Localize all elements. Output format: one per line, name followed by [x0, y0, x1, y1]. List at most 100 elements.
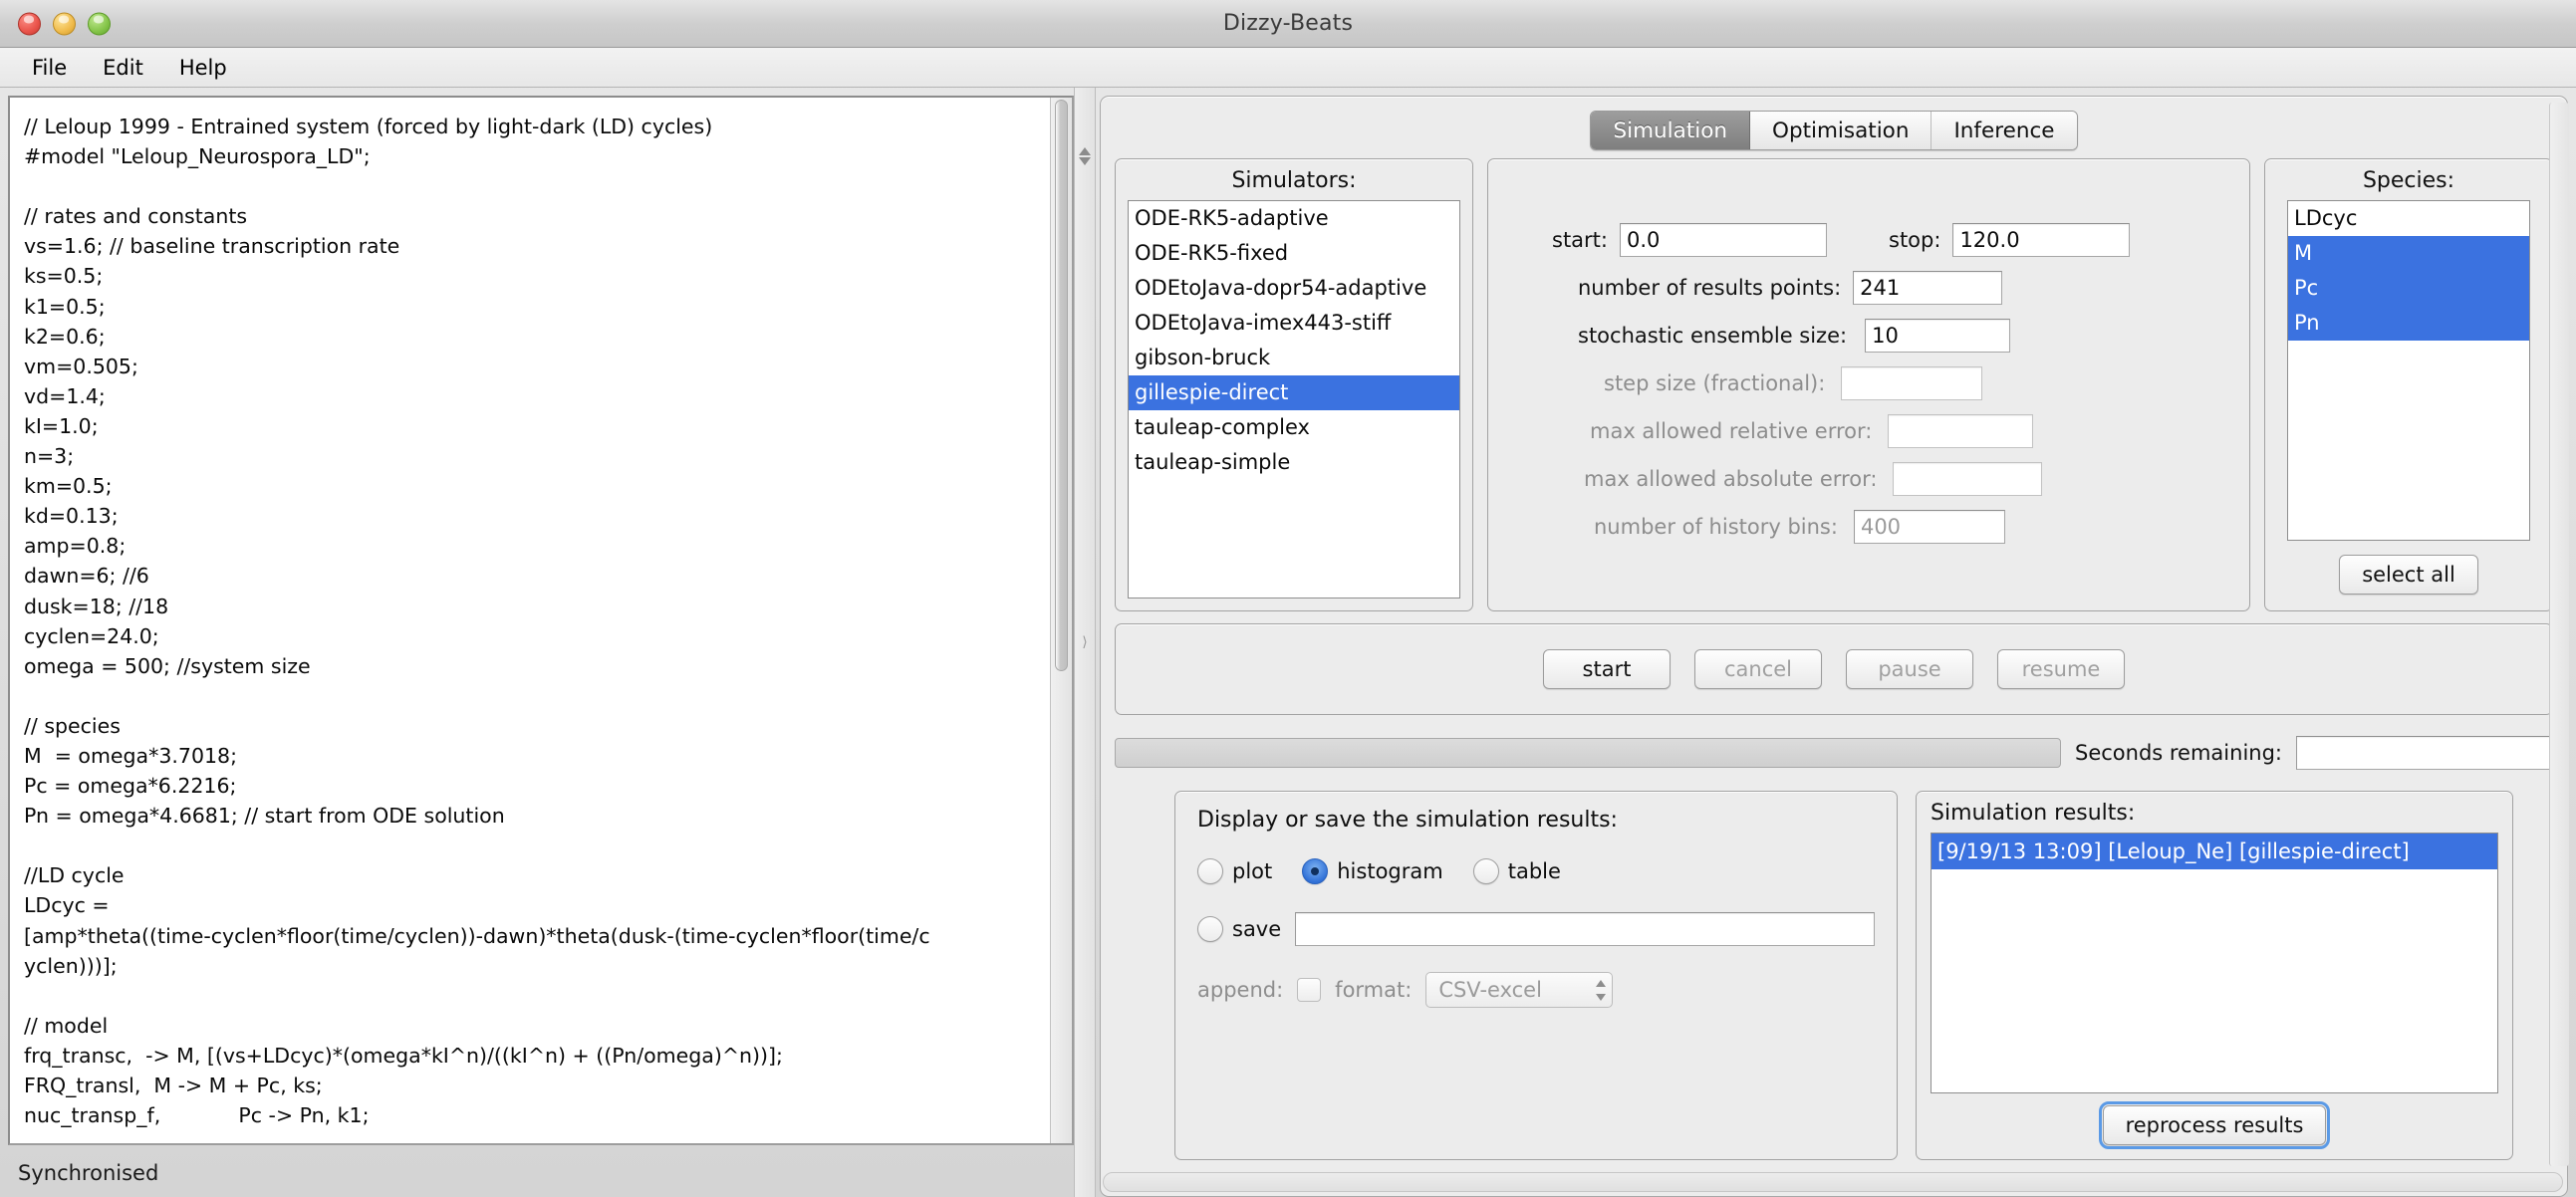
code-line	[24, 681, 1042, 711]
progress-row: Seconds remaining:	[1115, 729, 2553, 777]
radio-save-indicator[interactable]	[1197, 916, 1223, 942]
results-points-row: number of results points: 241	[1514, 271, 2223, 305]
radio-plot-indicator[interactable]	[1197, 858, 1223, 884]
status-bar: Synchronised	[8, 1149, 1074, 1197]
code-line	[24, 171, 1042, 201]
simulator-list-item[interactable]: gillespie-direct	[1129, 375, 1459, 410]
pause-button[interactable]: pause	[1846, 649, 1973, 689]
radio-histogram-indicator[interactable]	[1302, 858, 1328, 884]
simulator-list-item[interactable]: ODEtoJava-imex443-stiff	[1129, 306, 1459, 341]
stepper-up-icon[interactable]	[1596, 980, 1606, 987]
code-line: kI=1.0;	[24, 411, 1042, 441]
radio-save[interactable]: save	[1197, 916, 1281, 942]
simulators-list[interactable]: ODE-RK5-adaptiveODE-RK5-fixedODEtoJava-d…	[1128, 200, 1460, 598]
stepper-down-icon[interactable]	[1596, 994, 1606, 1001]
start-button[interactable]: start	[1543, 649, 1671, 689]
parameters-group: start: 0.0 stop: 120.0 number of results…	[1487, 158, 2250, 611]
code-line: k2=0.6;	[24, 322, 1042, 352]
radio-table-label: table	[1508, 859, 1561, 883]
results-points-input[interactable]: 241	[1853, 271, 2002, 305]
splitter-arrows[interactable]	[1079, 145, 1091, 167]
code-line: vd=1.4;	[24, 381, 1042, 411]
right-pane-vertical-scrollbar[interactable]	[2549, 103, 2569, 1166]
display-group: Display or save the simulation results: …	[1174, 791, 1898, 1160]
rel-error-input[interactable]	[1888, 414, 2033, 448]
radio-table-indicator[interactable]	[1473, 858, 1499, 884]
code-line: M = omega*3.7018;	[24, 741, 1042, 771]
tab-optimisation[interactable]: Optimisation	[1750, 112, 1932, 149]
radio-plot[interactable]: plot	[1197, 858, 1272, 884]
collapse-left-icon[interactable]	[1079, 147, 1091, 155]
code-line: [amp*theta((time-cyclen*floor(time/cycle…	[24, 921, 1042, 951]
simulator-list-item[interactable]: tauleap-complex	[1129, 410, 1459, 445]
simulator-list-item[interactable]: ODE-RK5-adaptive	[1129, 201, 1459, 236]
simulator-list-item[interactable]: ODE-RK5-fixed	[1129, 236, 1459, 271]
abs-error-input[interactable]	[1893, 462, 2042, 496]
result-list-item[interactable]: [9/19/13 13:09] [Leloup_Ne] [gillespie-d…	[1932, 834, 2497, 869]
format-label: format:	[1335, 978, 1412, 1002]
code-line	[24, 831, 1042, 860]
simulators-group: Simulators: ODE-RK5-adaptiveODE-RK5-fixe…	[1115, 158, 1473, 611]
radio-save-label: save	[1232, 917, 1281, 941]
simulator-list-item[interactable]: ODEtoJava-dopr54-adaptive	[1129, 271, 1459, 306]
reprocess-row: reprocess results	[1917, 1093, 2512, 1159]
append-checkbox[interactable]	[1297, 978, 1321, 1002]
code-line: Pc = omega*6.2216;	[24, 771, 1042, 801]
simulator-list-item[interactable]: gibson-bruck	[1129, 341, 1459, 375]
history-bins-input[interactable]: 400	[1854, 510, 2005, 544]
species-list-item[interactable]: M	[2288, 236, 2529, 271]
code-line: kd=0.13;	[24, 501, 1042, 531]
simulation-results-list[interactable]: [9/19/13 13:09] [Leloup_Ne] [gillespie-d…	[1931, 833, 2498, 1093]
rel-error-label: max allowed relative error:	[1590, 419, 1872, 443]
history-bins-row: number of history bins: 400	[1514, 510, 2223, 544]
collapse-right-icon[interactable]	[1079, 157, 1091, 165]
step-size-input[interactable]	[1841, 366, 1982, 400]
title-bar: Dizzy-Beats	[0, 0, 2576, 48]
species-list-item[interactable]: Pn	[2288, 306, 2529, 341]
editor-scroll-thumb[interactable]	[1055, 100, 1068, 671]
species-list-item[interactable]: LDcyc	[2288, 201, 2529, 236]
append-label: append:	[1197, 978, 1283, 1002]
radio-histogram[interactable]: histogram	[1302, 858, 1442, 884]
species-list[interactable]: LDcycMPcPn	[2287, 200, 2530, 541]
tab-inference[interactable]: Inference	[1932, 112, 2076, 149]
splitter-grip-icon[interactable]: ⟩	[1082, 634, 1087, 650]
reprocess-results-button[interactable]: reprocess results	[2103, 1105, 2327, 1145]
seconds-remaining-label: Seconds remaining:	[2075, 741, 2282, 765]
code-line: k1=0.5;	[24, 292, 1042, 322]
zoom-button[interactable]	[88, 12, 111, 35]
display-title: Display or save the simulation results:	[1197, 808, 1875, 833]
select-all-button[interactable]: select all	[2339, 555, 2478, 595]
menu-file[interactable]: File	[16, 54, 83, 82]
code-line: vm=0.505;	[24, 352, 1042, 381]
menu-help[interactable]: Help	[163, 54, 243, 82]
seconds-remaining-input[interactable]	[2296, 736, 2553, 770]
resume-button[interactable]: resume	[1997, 649, 2125, 689]
ensemble-label: stochastic ensemble size:	[1578, 324, 1847, 348]
menu-edit[interactable]: Edit	[87, 54, 159, 82]
tab-segmented-control: Simulation Optimisation Inference	[1590, 111, 2077, 150]
species-list-item[interactable]: Pc	[2288, 271, 2529, 306]
model-code-editor[interactable]: // Leloup 1999 - Entrained system (force…	[10, 98, 1050, 1143]
radio-table[interactable]: table	[1473, 858, 1561, 884]
history-bins-label: number of history bins:	[1594, 515, 1838, 539]
minimize-button[interactable]	[53, 12, 76, 35]
editor-vertical-scrollbar[interactable]	[1050, 98, 1072, 1143]
config-row: Simulators: ODE-RK5-adaptiveODE-RK5-fixe…	[1115, 158, 2553, 611]
rel-error-row: max allowed relative error:	[1514, 414, 2223, 448]
stop-input[interactable]: 120.0	[1952, 223, 2130, 257]
code-line: // rates and constants	[24, 201, 1042, 231]
ensemble-input[interactable]: 10	[1865, 319, 2010, 353]
stepper-icon[interactable]	[1596, 978, 1606, 1003]
close-button[interactable]	[18, 12, 41, 35]
simulator-list-item[interactable]: tauleap-simple	[1129, 445, 1459, 480]
tab-simulation[interactable]: Simulation	[1591, 112, 1750, 149]
cancel-button[interactable]: cancel	[1694, 649, 1822, 689]
format-select[interactable]: CSV-excel	[1425, 972, 1613, 1008]
start-input[interactable]: 0.0	[1620, 223, 1827, 257]
species-title: Species:	[2265, 159, 2552, 200]
pane-splitter[interactable]: ⟩	[1074, 88, 1096, 1197]
save-path-input[interactable]	[1295, 912, 1875, 946]
right-pane-horizontal-scrollbar[interactable]	[1103, 1172, 2563, 1192]
code-line: // Leloup 1999 - Entrained system (force…	[24, 112, 1042, 141]
